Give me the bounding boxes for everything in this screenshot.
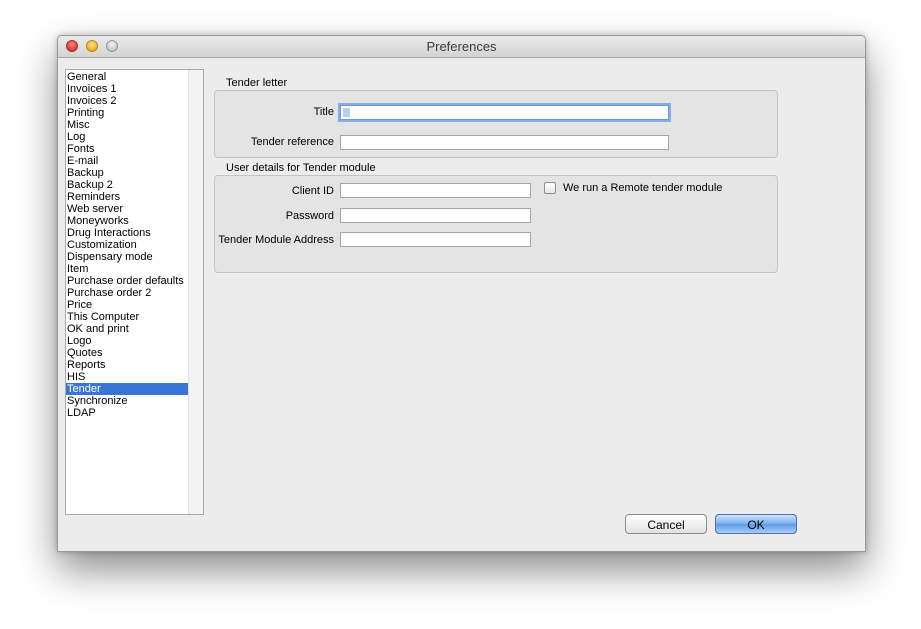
window-title: Preferences bbox=[426, 39, 497, 54]
sidebar-item-item[interactable]: Item bbox=[66, 263, 188, 275]
sidebar-item-ldap[interactable]: LDAP bbox=[66, 407, 188, 419]
category-items: General Invoices 1 Invoices 2 Printing Misc L… bbox=[66, 71, 188, 419]
sidebar-item-backup[interactable]: Backup bbox=[66, 167, 188, 179]
sidebar-item-invoices-2[interactable]: Invoices 2 bbox=[66, 95, 188, 107]
sidebar-item-his[interactable]: HIS bbox=[66, 371, 188, 383]
sidebar-item-general[interactable]: General bbox=[66, 71, 188, 83]
sidebar-item-customization[interactable]: Customization bbox=[66, 239, 188, 251]
user-details-heading: User details for Tender module bbox=[226, 162, 376, 174]
sidebar-item-price[interactable]: Price bbox=[66, 299, 188, 311]
title-label: Title bbox=[313, 106, 334, 118]
tender-letter-heading: Tender letter bbox=[226, 77, 288, 89]
sidebar-item-fonts[interactable]: Fonts bbox=[66, 143, 188, 155]
password-label: Password bbox=[285, 210, 334, 222]
title-input[interactable] bbox=[340, 105, 669, 120]
tender-module-address-input[interactable] bbox=[340, 232, 531, 247]
sidebar-item-reminders[interactable]: Reminders bbox=[66, 191, 188, 203]
tender-reference-label: Tender reference bbox=[250, 136, 334, 148]
tender-module-address-label: Tender Module Address bbox=[218, 234, 334, 246]
sidebar-item-tender[interactable]: Tender bbox=[66, 383, 188, 395]
sidebar-item-invoices-1[interactable]: Invoices 1 bbox=[66, 83, 188, 95]
sidebar-item-dispensary-mode[interactable]: Dispensary mode bbox=[66, 251, 188, 263]
sidebar-scrollbar[interactable] bbox=[188, 70, 203, 514]
sidebar-item-web-server[interactable]: Web server bbox=[66, 203, 188, 215]
sidebar-item-drug-interactions[interactable]: Drug Interactions bbox=[66, 227, 188, 239]
password-input[interactable] bbox=[340, 208, 531, 223]
sidebar-item-printing[interactable]: Printing bbox=[66, 107, 188, 119]
remote-tender-checkbox[interactable] bbox=[544, 182, 556, 194]
sidebar-item-e-mail[interactable]: E-mail bbox=[66, 155, 188, 167]
cancel-button[interactable]: Cancel bbox=[625, 514, 707, 534]
sidebar-item-logo[interactable]: Logo bbox=[66, 335, 188, 347]
client-id-input[interactable] bbox=[340, 183, 531, 198]
title-bar[interactable]: Preferences bbox=[58, 36, 865, 58]
sidebar-item-purchase-order-2[interactable]: Purchase order 2 bbox=[66, 287, 188, 299]
text-cursor bbox=[343, 108, 350, 117]
remote-tender-checkbox-label[interactable]: We run a Remote tender module bbox=[563, 182, 722, 194]
sidebar-item-ok-and-print[interactable]: OK and print bbox=[66, 323, 188, 335]
user-details-group: Client ID Password Tender Module Address… bbox=[214, 175, 778, 273]
sidebar-item-moneyworks[interactable]: Moneyworks bbox=[66, 215, 188, 227]
sidebar-item-this-computer[interactable]: This Computer bbox=[66, 311, 188, 323]
sidebar-item-reports[interactable]: Reports bbox=[66, 359, 188, 371]
sidebar-item-log[interactable]: Log bbox=[66, 131, 188, 143]
sidebar-item-backup-2[interactable]: Backup 2 bbox=[66, 179, 188, 191]
sidebar-item-misc[interactable]: Misc bbox=[66, 119, 188, 131]
tender-reference-input[interactable] bbox=[340, 135, 669, 150]
client-id-label: Client ID bbox=[291, 185, 334, 197]
ok-button[interactable]: OK bbox=[715, 514, 797, 534]
sidebar-item-quotes[interactable]: Quotes bbox=[66, 347, 188, 359]
preferences-category-list[interactable]: General Invoices 1 Invoices 2 Printing Misc L… bbox=[65, 69, 204, 515]
tender-letter-group: Title Tender reference bbox=[214, 90, 778, 158]
sidebar-item-purchase-order-defaults[interactable]: Purchase order defaults bbox=[66, 275, 188, 287]
preferences-window: Preferences General Invoices 1 Invoices 2P… bbox=[57, 35, 866, 552]
sidebar-item-synchronize[interactable]: Synchronize bbox=[66, 395, 188, 407]
